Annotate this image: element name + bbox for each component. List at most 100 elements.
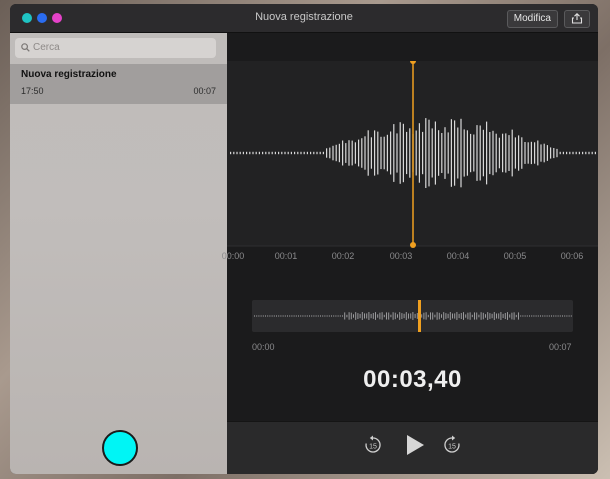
overview-bar <box>386 312 387 320</box>
overview-bar <box>533 315 535 317</box>
share-icon <box>571 13 583 24</box>
overview-bar <box>322 315 324 317</box>
overview-bar <box>489 313 491 319</box>
waveform-bar <box>335 144 337 162</box>
playhead[interactable] <box>410 61 416 248</box>
waveform-bar <box>594 151 596 155</box>
waveform-bar <box>233 151 235 155</box>
overview-bar <box>269 315 271 317</box>
waveform-bar <box>495 133 497 173</box>
overview-bar <box>566 315 568 317</box>
overview-bar <box>441 314 442 318</box>
waveform-bar <box>530 141 532 165</box>
overview-bar <box>432 312 434 320</box>
overview-bar <box>368 312 370 320</box>
waveform-bar <box>377 131 379 175</box>
edit-button[interactable]: Modifica <box>506 10 558 28</box>
skip-back-15-button[interactable]: 15 <box>363 435 383 455</box>
play-button[interactable] <box>402 433 426 457</box>
waveform-bar <box>358 139 360 167</box>
waveform-bar <box>422 131 424 175</box>
overview-bar <box>430 312 431 320</box>
waveform-bar <box>450 119 452 187</box>
waveform-bar <box>278 151 280 155</box>
overview-bar <box>496 313 497 319</box>
waveform-bar <box>374 130 376 176</box>
overview-bar <box>315 315 317 317</box>
overview-bar <box>568 315 570 317</box>
timeline-ruler: 00:00 00:01 00:02 00:03 00:04 00:05 00:0… <box>222 251 598 267</box>
waveform-bar <box>290 151 292 155</box>
search-field[interactable]: Cerca <box>15 38 216 58</box>
waveform-bar <box>502 133 504 173</box>
overview-bar <box>302 315 304 317</box>
overview-bar <box>397 314 398 318</box>
overview-bar <box>447 313 449 319</box>
waveform-bar <box>252 151 254 155</box>
waveform-bar <box>559 151 561 155</box>
overview-bar <box>423 312 425 320</box>
waveform-bar <box>348 140 350 166</box>
overview-bar <box>364 313 365 319</box>
overview-bar <box>359 313 361 319</box>
waveform-bar <box>342 140 344 166</box>
record-button[interactable] <box>102 430 138 466</box>
overview-bar <box>414 313 416 319</box>
overview-bar <box>295 315 297 317</box>
skip-forward-15-button[interactable]: 15 <box>442 435 462 455</box>
waveform-bar <box>393 124 395 182</box>
recording-list-item[interactable]: Nuova registrazione 17:50 00:07 <box>10 64 227 104</box>
overview-bar <box>443 312 445 320</box>
waveform-bar <box>338 143 340 163</box>
overview-bar <box>326 315 328 317</box>
overview-bar <box>348 312 350 320</box>
overview-bar <box>320 315 321 317</box>
play-icon <box>407 435 424 455</box>
overview-bar <box>361 312 363 320</box>
timeline-tick: 00:05 <box>503 251 527 261</box>
overview-bar <box>300 315 302 317</box>
overview-bar <box>335 315 337 317</box>
playback-controls: 15 15 <box>227 421 598 474</box>
waveform-bar <box>396 133 398 173</box>
overview-bar <box>390 314 392 318</box>
overview-bar <box>278 315 280 317</box>
overview-bar <box>471 314 473 318</box>
waveform-bar <box>364 136 366 170</box>
overview-bar <box>377 314 379 318</box>
overview-bar <box>511 312 513 320</box>
overview-bar <box>555 315 557 317</box>
waveform-bar <box>441 133 443 173</box>
overview-bar <box>276 315 277 317</box>
overview-waveform[interactable] <box>252 300 573 332</box>
overview-bar <box>405 312 407 320</box>
overview-bar <box>463 312 464 320</box>
waveform-bar <box>274 151 276 155</box>
waveform-detail[interactable] <box>227 61 598 251</box>
waveform-bar <box>553 148 555 159</box>
timeline-tick: 00:06 <box>560 251 584 261</box>
overview-bar <box>401 313 403 319</box>
overview-bar <box>427 314 429 318</box>
overview-bar <box>480 312 482 320</box>
player-pane: 00:00 00:01 00:02 00:03 00:04 00:05 00:0… <box>222 33 598 474</box>
overview-bar <box>460 313 462 319</box>
overview-bar <box>388 312 390 320</box>
overview-bar <box>445 313 447 319</box>
waveform-bar <box>540 144 542 162</box>
overview-bar <box>304 315 306 317</box>
waveform-bar <box>361 138 363 168</box>
overview-bar <box>502 313 504 318</box>
overview-bar <box>456 312 458 320</box>
overview-bar <box>355 312 357 320</box>
waveform-bar <box>463 129 465 177</box>
share-button[interactable] <box>564 10 590 28</box>
overview-bar <box>452 313 453 319</box>
overview-bar <box>372 313 374 319</box>
overview-bar <box>421 314 423 318</box>
waveform-bar <box>498 137 500 169</box>
overview-playhead[interactable] <box>418 300 421 332</box>
waveform-bar <box>297 151 299 155</box>
overview-bar <box>507 312 508 320</box>
waveform-bar <box>399 122 401 184</box>
